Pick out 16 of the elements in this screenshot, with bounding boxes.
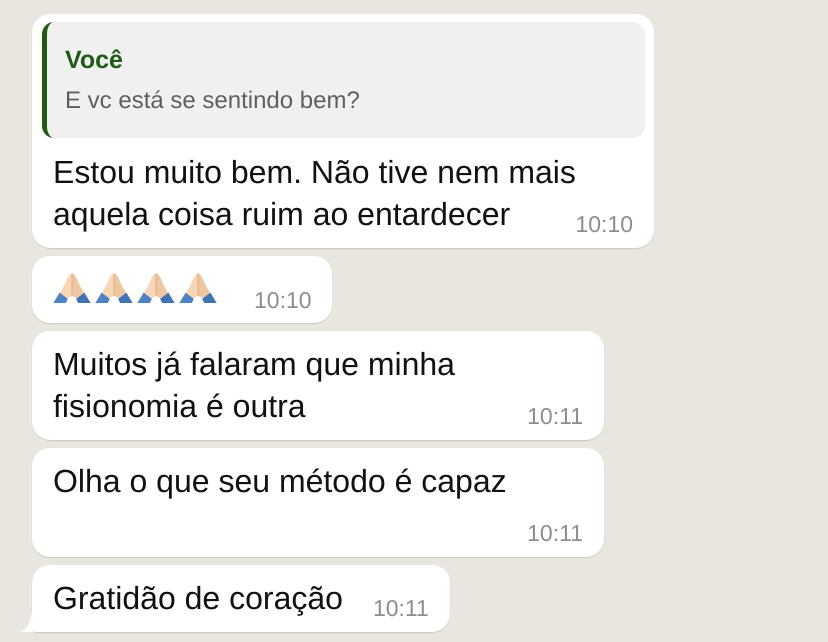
message-time: 10:11 [372,594,429,622]
quoted-message[interactable]: Você E vc está se sentindo bem? [42,22,645,138]
praying-hands-icon [53,273,91,303]
quote-text: E vc está se sentindo bem? [65,86,360,116]
message-text: Gratidão de coração [53,580,343,616]
message-time: 10:11 [527,402,583,430]
message-time: 10:11 [527,519,583,547]
quote-author: Você [65,45,123,75]
message-text: Estou muito bem. Não tive nem mais aquela coisa ruim ao entardecer [53,154,576,232]
praying-hands-icon [95,273,133,303]
praying-hands-icon [179,273,217,303]
message-text: Olha o que seu método é capaz [53,463,507,499]
message-text: Muitos já falaram que minha fisionomia é outra [53,346,455,424]
message-time: 10:10 [254,286,312,314]
message-time: 10:10 [575,210,633,238]
praying-hands-icon [137,273,175,303]
